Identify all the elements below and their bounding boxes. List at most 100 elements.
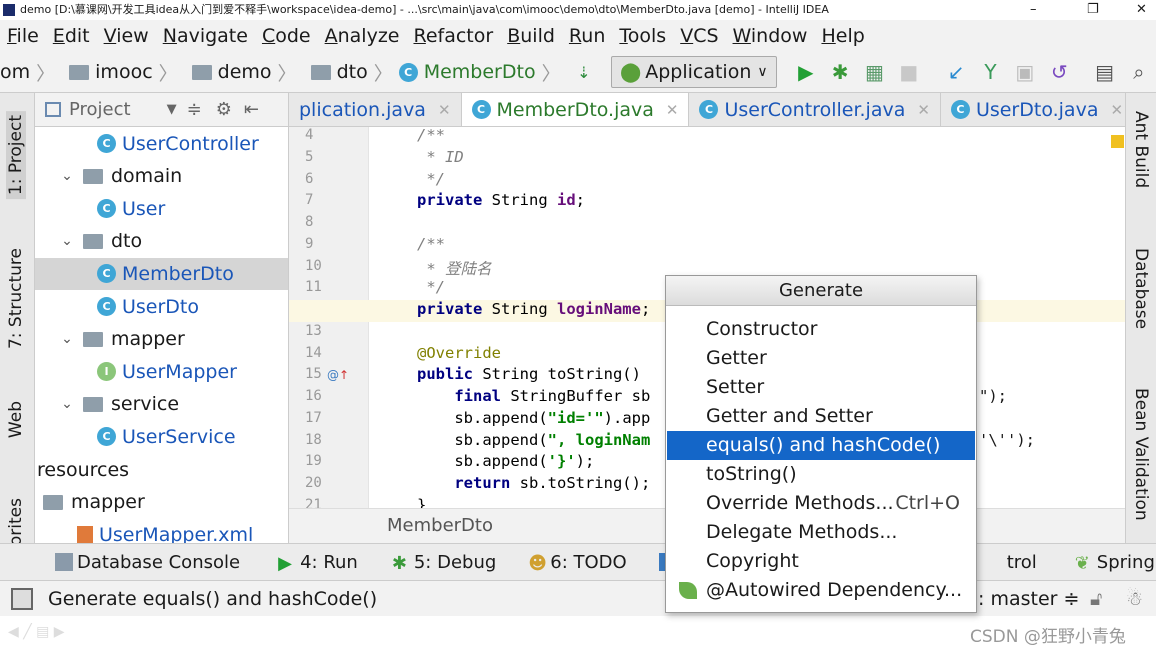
tree-item[interactable]: ⌄ service [35,388,288,420]
generate-menu-item[interactable]: Setter [667,373,975,402]
menu-build[interactable]: Build [507,25,555,47]
tree-item[interactable]: C UserDto [35,291,288,323]
restore-button[interactable]: ❐ [1087,0,1099,20]
menu-window[interactable]: Window [733,25,808,47]
tree-item[interactable]: ⌄ domain [35,160,288,192]
gear-icon[interactable]: ⚙ [216,99,232,120]
collapse-all-icon[interactable]: ≑ [187,99,202,120]
run-icon[interactable]: ▶ [796,60,816,84]
tool-tab-database[interactable]: Database [1131,248,1151,329]
git-branch[interactable]: : master ≑ [978,588,1079,610]
menu-help[interactable]: Help [821,25,864,47]
breadcrumb-memberdto[interactable]: C MemberDto 〉 [398,59,561,86]
editor-tab[interactable]: plication.java ✕ [289,93,462,126]
tool-window-todo[interactable]: ☻ 6: TODO [528,552,626,575]
structure-icon[interactable]: ▤ [1094,60,1114,84]
tool-window-run[interactable]: ▶ 4: Run [278,552,358,575]
tree-item[interactable]: resources [35,454,288,486]
generate-menu-item[interactable]: Constructor [667,315,975,344]
menu-tools[interactable]: Tools [619,25,666,47]
tree-item[interactable]: ⌄ mapper [35,323,288,355]
tree-item[interactable]: UserMapper.xml [35,519,288,543]
warning-marker-icon[interactable] [1111,135,1124,148]
vcs-update-icon[interactable]: ↙ [946,60,966,84]
tree-item[interactable]: C UserService [35,421,288,453]
tree-item[interactable]: mapper [35,486,288,518]
chevron-down-icon[interactable]: ▼ [167,102,177,117]
hide-panel-icon[interactable]: ⇤ [244,99,259,120]
coverage-icon[interactable]: ▦ [864,60,884,84]
sort-icon[interactable]: ⇣ [574,60,594,84]
tree-item[interactable]: C MemberDto [35,257,288,290]
code-token: ; [640,300,651,318]
minimize-button[interactable]: – [1030,0,1037,20]
menu-code[interactable]: Code [262,25,311,47]
menu-analyze[interactable]: Analyze [325,25,400,47]
tool-window-spring[interactable]: ❦ Spring [1075,552,1155,575]
chevron-down-icon[interactable]: ⌄ [57,233,77,249]
generate-menu-item[interactable]: equals() and hashCode() [667,431,975,460]
undo-icon[interactable]: ↺ [1049,60,1069,84]
tool-tab-ant-build[interactable]: Ant Build [1131,111,1151,188]
toggle-tool-windows-icon[interactable] [11,587,33,610]
tool-window-debug[interactable]: ✱ 5: Debug [392,552,496,575]
project-title[interactable]: Project [69,99,131,120]
chevron-down-icon: ∨ [757,64,768,80]
generate-menu-item[interactable]: Getter [667,344,975,373]
breadcrumb-demo[interactable]: demo 〉 [184,59,297,86]
menu-refactor[interactable]: Refactor [413,25,493,47]
breadcrumb-imooc[interactable]: imooc 〉 [61,59,178,86]
class-icon: C [471,100,491,119]
vcs-branch-icon[interactable]: Y [980,60,1000,84]
breadcrumb-dto[interactable]: dto 〉 [303,59,393,86]
tool-tab-structure[interactable]: 7: Structure [6,248,26,349]
close-button[interactable]: ✕ [1136,0,1147,20]
project-icon [45,102,61,117]
line-number: 8 [305,214,314,230]
chevron-down-icon[interactable]: ⌄ [57,396,77,412]
editor-tab[interactable]: C UserDto.java ✕ [941,93,1135,126]
line-number: 21 [305,496,322,508]
search-icon[interactable]: ⌕ [1129,60,1149,84]
editor-tab[interactable]: C MemberDto.java ✕ [461,93,690,126]
tool-tab-web[interactable]: Web [6,401,26,438]
generate-menu-item[interactable]: Delegate Methods... [667,518,975,547]
inspector-icon[interactable]: ☃ [1126,588,1143,610]
tool-window-database-console[interactable]: Database Console [55,552,240,573]
generate-menu-item[interactable]: toString() [667,460,975,489]
menu-edit[interactable]: Edit [53,25,90,47]
tool-tab-project[interactable]: 1: Project [6,111,26,200]
lock-icon[interactable]: 🔓︎ [1090,588,1102,610]
close-tab-icon[interactable]: ✕ [917,101,930,119]
menu-vcs[interactable]: VCS [680,25,718,47]
run-configuration-dropdown[interactable]: ⬤ Application ∨ [610,56,777,88]
tool-window-version-control[interactable]: trol [1007,552,1037,573]
tree-item[interactable]: ⌄ dto [35,225,288,257]
chevron-down-icon[interactable]: ⌄ [57,331,77,347]
menu-view[interactable]: View [104,25,149,47]
breadcrumb-com[interactable]: om 〉 [0,59,55,86]
generate-menu-item[interactable]: Getter and Setter [667,402,975,431]
tree-item[interactable]: C User [35,193,288,225]
close-tab-icon[interactable]: ✕ [666,101,679,119]
tree-item[interactable]: C UserController [35,128,288,160]
close-tab-icon[interactable]: ✕ [1110,101,1123,119]
close-tab-icon[interactable]: ✕ [438,101,451,119]
editor-tab[interactable]: C UserController.java ✕ [689,93,941,126]
generate-menu-item[interactable]: Copyright [667,547,975,576]
stop-icon[interactable]: ■ [899,60,919,84]
menu-file[interactable]: File [7,25,39,47]
override-marker-icon[interactable]: @↑ [327,368,349,382]
generate-menu-item[interactable]: Override Methods... Ctrl+O [667,489,975,518]
tool-tab-favorites[interactable]: orites [6,498,26,546]
generate-menu-item[interactable]: @Autowired Dependency... [667,576,975,605]
menu-navigate[interactable]: Navigate [163,25,248,47]
tool-tab-bean-validation[interactable]: Bean Validation [1131,388,1151,521]
shortcut-label: Ctrl+O [895,492,960,514]
tree-item[interactable]: I UserMapper [35,356,288,388]
debug-icon[interactable]: ✱ [830,60,850,84]
code-token: String [491,191,557,210]
chevron-down-icon[interactable]: ⌄ [57,168,77,184]
vcs-history-icon[interactable]: ▣ [1015,60,1035,84]
menu-run[interactable]: Run [569,25,605,47]
